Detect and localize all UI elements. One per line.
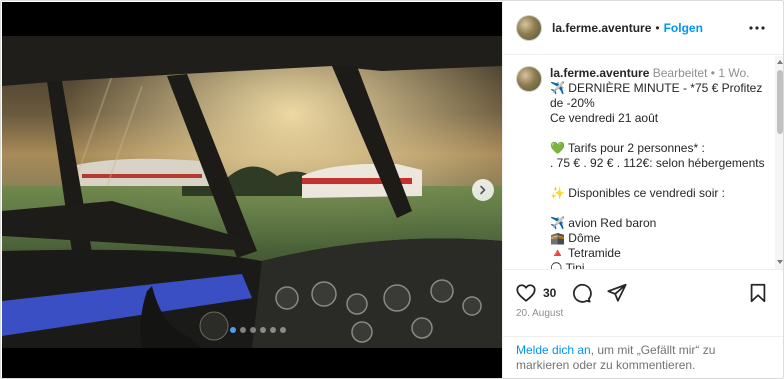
scroll-up-icon[interactable] xyxy=(777,59,783,65)
like-count[interactable]: 30 xyxy=(543,286,556,300)
cockpit-photo-illustration xyxy=(2,36,502,348)
carousel-dot xyxy=(250,327,256,333)
comment-icon[interactable] xyxy=(570,282,593,304)
caption-line: 🕋 Dôme xyxy=(550,231,601,245)
media-carousel[interactable] xyxy=(2,2,502,378)
caption-avatar[interactable] xyxy=(516,66,542,92)
meta-dot: • xyxy=(710,66,715,80)
chevron-right-icon xyxy=(480,185,486,195)
caption-line: Ce vendredi 21 août xyxy=(550,111,659,125)
post-username[interactable]: la.ferme.aventure xyxy=(552,21,651,35)
comments-scrollbar[interactable] xyxy=(775,56,783,269)
caption-line: ✈️ DERNIÈRE MINUTE - *75 € Profitez de -… xyxy=(550,81,763,110)
carousel-indicator xyxy=(230,327,286,333)
share-icon[interactable] xyxy=(606,282,628,304)
caption-line: . 75 € . 92 € . 112€: selon hébergements xyxy=(550,156,765,170)
post-header: la.ferme.aventure • Folgen xyxy=(503,2,783,55)
comments-area[interactable]: la.ferme.aventure Bearbeitet • 1 Wo. ✈️ … xyxy=(503,56,775,269)
caption-line: ✈️ avion Red baron xyxy=(550,216,657,230)
post-date[interactable]: 20. August xyxy=(516,308,563,319)
caption-line: ✨ Disponibles ce vendredi soir : xyxy=(550,186,726,200)
next-slide-button[interactable] xyxy=(472,179,494,201)
caption-body: la.ferme.aventure Bearbeitet • 1 Wo. ✈️ … xyxy=(550,66,771,269)
post-photo[interactable] xyxy=(2,36,502,348)
caption-username[interactable]: la.ferme.aventure xyxy=(550,66,649,80)
separator-dot: • xyxy=(655,21,660,35)
avatar[interactable] xyxy=(516,15,542,41)
post-dialog: la.ferme.aventure • Folgen la.ferme.aven… xyxy=(0,0,784,379)
more-horizontal-icon[interactable] xyxy=(749,21,765,35)
post-actions: 30 20. August Melde dich an, um mit „Gef… xyxy=(503,269,783,378)
bookmark-icon[interactable] xyxy=(747,282,769,304)
action-row: 30 xyxy=(515,282,628,304)
login-prompt: Melde dich an, um mit „Gefällt mir“ zu m… xyxy=(503,336,783,378)
login-link[interactable]: Melde dich an xyxy=(516,343,591,357)
post-sidebar: la.ferme.aventure • Folgen la.ferme.aven… xyxy=(502,2,783,378)
caption-line: 🌕 Tipi xyxy=(550,261,585,269)
caption-line: 💚 Tarifs pour 2 personnes* : xyxy=(550,141,705,155)
scroll-down-icon[interactable] xyxy=(777,259,783,265)
carousel-dot xyxy=(260,327,266,333)
caption-line xyxy=(550,201,771,216)
carousel-dot xyxy=(240,327,246,333)
carousel-dot xyxy=(270,327,276,333)
caption-line: 🔺 Tetramide xyxy=(550,246,621,260)
edited-label: Bearbeitet xyxy=(652,66,708,80)
caption-text: ✈️ DERNIÈRE MINUTE - *75 € Profitez de -… xyxy=(550,81,771,269)
follow-button[interactable]: Folgen xyxy=(664,21,703,35)
caption-line xyxy=(550,171,771,186)
heart-icon[interactable] xyxy=(515,282,537,304)
post-time[interactable]: 1 Wo. xyxy=(718,66,749,80)
caption-line xyxy=(550,126,771,141)
scrollbar-thumb[interactable] xyxy=(777,70,783,134)
carousel-dot xyxy=(230,327,236,333)
caption: la.ferme.aventure Bearbeitet • 1 Wo. ✈️ … xyxy=(516,66,771,269)
carousel-dot xyxy=(280,327,286,333)
